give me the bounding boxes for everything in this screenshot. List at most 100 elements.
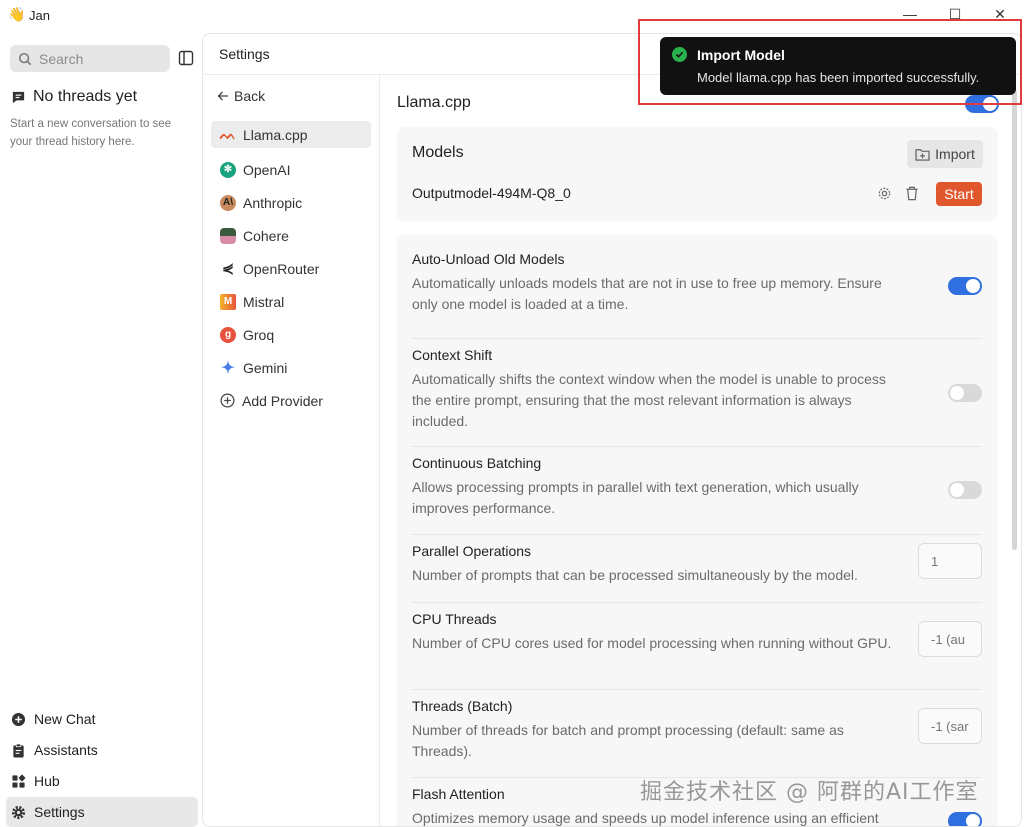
chat-bubble-icon xyxy=(12,91,25,103)
clipboard-icon xyxy=(13,743,24,758)
setting-description: Number of CPU cores used for model proce… xyxy=(412,635,892,651)
search-icon xyxy=(18,52,32,65)
anthropic-icon: A\ xyxy=(220,194,236,211)
import-button[interactable]: Import xyxy=(907,140,983,168)
provider-settings: Llama.cpp Models Import Outputmodel-494M… xyxy=(381,75,1021,826)
setting-name: Threads (Batch) xyxy=(412,698,513,714)
search-input[interactable] xyxy=(39,50,159,67)
provider-openai[interactable]: ✻ OpenAI xyxy=(211,153,371,186)
setting-auto-unload: Auto-Unload Old Models Automatically unl… xyxy=(412,251,982,339)
bottom-nav: New Chat Assistants Hub Settings xyxy=(6,704,198,827)
no-threads-heading: No threads yet xyxy=(11,88,137,106)
setting-parallel-operations: Parallel Operations Number of prompts th… xyxy=(412,535,982,603)
llama-icon: ᨓ xyxy=(219,126,237,142)
folder-import-icon xyxy=(915,148,930,161)
provider-mistral[interactable]: M Mistral xyxy=(211,285,371,318)
gemini-icon: ✦ xyxy=(221,359,235,377)
parallel-operations-input[interactable] xyxy=(918,543,982,579)
watermark: 掘金技术社区 @ 阿群的AI工作室 xyxy=(640,780,979,805)
models-heading: Models xyxy=(412,144,464,161)
provider-label: OpenAI xyxy=(243,161,291,178)
plus-circle-icon xyxy=(220,393,235,408)
setting-cpu-threads: CPU Threads Number of CPU cores used for… xyxy=(412,603,982,690)
provider-title: Llama.cpp xyxy=(397,94,471,111)
page-title: Settings xyxy=(219,46,270,62)
model-settings-icon[interactable] xyxy=(877,186,892,201)
setting-description: Automatically unloads models that are no… xyxy=(412,275,882,312)
trash-icon[interactable] xyxy=(905,186,919,201)
nav-label: New Chat xyxy=(34,711,96,727)
settings-panel: Settings Back ᨓ Llama.cpp ✻ OpenAI A\ An… xyxy=(202,33,1022,827)
setting-description: Number of prompts that can be processed … xyxy=(412,567,858,583)
app-title: Jan xyxy=(29,8,50,23)
continuous-batching-toggle[interactable] xyxy=(948,481,982,499)
import-label: Import xyxy=(935,146,975,162)
groq-icon: g xyxy=(220,326,236,343)
setting-name: Context Shift xyxy=(412,347,493,363)
scrollbar[interactable] xyxy=(1012,90,1017,550)
provider-list-panel: Back ᨓ Llama.cpp ✻ OpenAI A\ Anthropic C… xyxy=(203,75,380,826)
toast-notification: Import Model Model llama.cpp has been im… xyxy=(660,37,1016,95)
provider-openrouter[interactable]: ⋞ OpenRouter xyxy=(211,252,371,285)
models-card: Models Import Outputmodel-494M-Q8_0 Star… xyxy=(397,127,998,221)
back-link[interactable]: Back xyxy=(217,88,265,104)
openai-icon: ✻ xyxy=(220,161,236,178)
setting-name: Auto-Unload Old Models xyxy=(412,251,565,267)
nav-hub[interactable]: Hub xyxy=(6,766,198,796)
nav-settings[interactable]: Settings xyxy=(6,797,198,827)
grid-icon xyxy=(12,774,26,788)
toast-message: Model llama.cpp has been imported succes… xyxy=(697,70,980,85)
provider-llama-cpp[interactable]: ᨓ Llama.cpp xyxy=(211,121,371,148)
add-provider-button[interactable]: Add Provider xyxy=(211,384,371,417)
setting-name: Continuous Batching xyxy=(412,455,542,471)
provider-label: Add Provider xyxy=(242,392,323,409)
setting-name: CPU Threads xyxy=(412,611,497,627)
arrow-left-icon xyxy=(217,91,228,101)
provider-label: Groq xyxy=(243,326,275,343)
sidebar-toggle-icon[interactable] xyxy=(178,50,194,66)
toast-title: Import Model xyxy=(697,47,785,63)
provider-anthropic[interactable]: A\ Anthropic xyxy=(211,186,371,219)
plus-circle-icon xyxy=(11,712,26,726)
provider-label: Cohere xyxy=(243,227,289,244)
flash-attention-toggle[interactable] xyxy=(948,812,982,826)
nav-label: Assistants xyxy=(34,742,98,758)
auto-unload-toggle[interactable] xyxy=(948,277,982,295)
threads-batch-input[interactable] xyxy=(918,708,982,744)
provider-list: ᨓ Llama.cpp ✻ OpenAI A\ Anthropic Cohere… xyxy=(211,121,371,417)
setting-threads-batch: Threads (Batch) Number of threads for ba… xyxy=(412,690,982,778)
context-shift-toggle[interactable] xyxy=(948,384,982,402)
setting-description: Allows processing prompts in parallel wi… xyxy=(412,479,859,516)
provider-label: Gemini xyxy=(243,359,288,376)
openrouter-icon: ⋞ xyxy=(222,260,234,276)
check-circle-icon xyxy=(672,47,687,62)
setting-continuous-batching: Continuous Batching Allows processing pr… xyxy=(412,447,982,535)
start-model-button[interactable]: Start xyxy=(936,182,982,206)
nav-label: Settings xyxy=(34,804,85,820)
search-box[interactable] xyxy=(10,45,170,72)
provider-gemini[interactable]: ✦ Gemini xyxy=(211,351,371,384)
provider-label: Mistral xyxy=(243,293,285,310)
provider-label: Llama.cpp xyxy=(243,126,308,143)
waving-hand-icon: 👋 xyxy=(8,6,26,22)
back-label: Back xyxy=(234,88,266,104)
provider-groq[interactable]: g Groq xyxy=(211,318,371,351)
no-threads-subtitle: Start a new conversation to see your thr… xyxy=(10,118,172,148)
nav-new-chat[interactable]: New Chat xyxy=(6,704,198,734)
setting-context-shift: Context Shift Automatically shifts the c… xyxy=(412,339,982,447)
provider-label: OpenRouter xyxy=(243,260,320,277)
left-sidebar: No threads yet Start a new conversation … xyxy=(0,30,202,827)
setting-description: Optimizes memory usage and speeds up mod… xyxy=(412,810,879,826)
setting-name: Parallel Operations xyxy=(412,543,532,559)
nav-label: Hub xyxy=(34,773,60,789)
no-threads-title: No threads yet xyxy=(33,88,138,105)
nav-assistants[interactable]: Assistants xyxy=(6,735,198,765)
provider-cohere[interactable]: Cohere xyxy=(211,219,371,252)
setting-description: Automatically shifts the context window … xyxy=(412,371,886,429)
gear-icon xyxy=(11,805,26,819)
cpu-threads-input[interactable] xyxy=(918,621,982,657)
mistral-icon: M xyxy=(220,293,236,310)
settings-list: Auto-Unload Old Models Automatically unl… xyxy=(397,235,998,826)
provider-label: Anthropic xyxy=(243,194,303,211)
cohere-icon xyxy=(220,227,236,244)
